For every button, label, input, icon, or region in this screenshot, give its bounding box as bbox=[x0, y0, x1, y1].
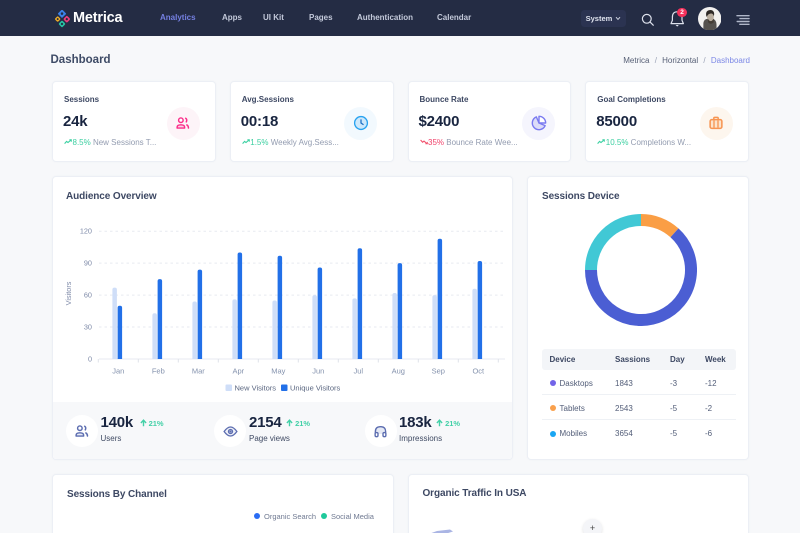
svg-text:0: 0 bbox=[88, 354, 92, 363]
svg-text:Feb: Feb bbox=[152, 366, 165, 375]
svg-text:New Visitors: New Visitors bbox=[235, 383, 277, 392]
svg-text:Aug: Aug bbox=[392, 366, 405, 375]
svg-text:Unique Visitors: Unique Visitors bbox=[290, 383, 341, 392]
svg-text:60: 60 bbox=[84, 290, 92, 299]
svg-text:30: 30 bbox=[84, 322, 92, 331]
svg-text:May: May bbox=[271, 366, 285, 375]
svg-text:90: 90 bbox=[84, 258, 92, 267]
svg-text:Oct: Oct bbox=[472, 366, 485, 375]
svg-text:Sep: Sep bbox=[432, 366, 445, 375]
svg-text:Jan: Jan bbox=[112, 366, 124, 375]
svg-text:Visitors: Visitors bbox=[64, 281, 73, 305]
svg-text:120: 120 bbox=[80, 226, 92, 235]
svg-text:Apr: Apr bbox=[232, 366, 244, 375]
svg-text:Jul: Jul bbox=[354, 366, 364, 375]
svg-text:Mar: Mar bbox=[192, 366, 205, 375]
svg-text:Jun: Jun bbox=[312, 366, 324, 375]
